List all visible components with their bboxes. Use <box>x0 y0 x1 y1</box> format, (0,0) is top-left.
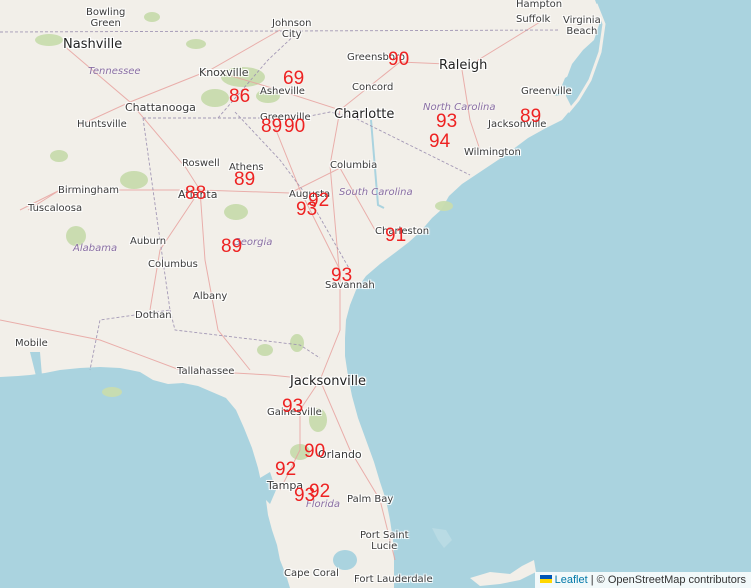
temp-greensboro[interactable]: 90 <box>388 50 409 69</box>
city-label-wilmington: Wilmington <box>464 147 521 158</box>
osm-copyright: © OpenStreetMap contributors <box>596 574 746 586</box>
temp-jacksonville-nc[interactable]: 89 <box>520 107 541 126</box>
city-label-raleigh: Raleigh <box>439 58 488 73</box>
city-label-birmingham: Birmingham <box>58 185 119 196</box>
attribution-bar: Leaflet | © OpenStreetMap contributors <box>534 572 751 588</box>
city-label-albany: Albany <box>193 291 228 302</box>
state-label-north-carolina: North Carolina <box>423 102 496 113</box>
temp-tampa-north[interactable]: 92 <box>275 460 296 479</box>
city-label-cape-coral: Cape Coral <box>284 568 339 579</box>
temp-wilmington-area[interactable]: 94 <box>429 132 450 151</box>
temp-tampa-b[interactable]: 92 <box>309 482 330 501</box>
city-label-bowling-green: Bowling Green <box>86 7 126 29</box>
city-label-roswell: Roswell <box>182 158 220 169</box>
city-label-auburn: Auburn <box>130 236 167 247</box>
city-label-virginia-beach: Virginia Beach <box>563 15 601 37</box>
temp-charleston[interactable]: 91 <box>385 226 406 245</box>
temp-gainesville[interactable]: 93 <box>282 397 303 416</box>
city-label-johnson-city: Johnson City <box>272 18 312 40</box>
city-label-chattanooga: Chattanooga <box>125 101 196 114</box>
temp-savannah[interactable]: 93 <box>331 266 352 285</box>
leaflet-link[interactable]: Leaflet <box>555 574 588 586</box>
temp-greenville-sc-a[interactable]: 89 <box>261 117 282 136</box>
temp-asheville-north[interactable]: 69 <box>283 69 304 88</box>
ukraine-flag-icon <box>539 575 552 584</box>
temp-augusta-b[interactable]: 92 <box>308 191 329 210</box>
city-label-suffolk: Suffolk <box>516 14 551 25</box>
city-label-tuscaloosa: Tuscaloosa <box>28 203 83 214</box>
map-container[interactable]: Bowling Green Nashville Johnson City Hampton S… <box>0 0 751 588</box>
city-label-charlotte: Charlotte <box>334 107 395 122</box>
temp-atlanta[interactable]: 88 <box>185 184 206 203</box>
city-label-greenville-nc: Greenville <box>521 86 572 97</box>
city-label-columbia: Columbia <box>330 160 378 171</box>
temp-athens[interactable]: 89 <box>234 170 255 189</box>
city-label-palm-bay: Palm Bay <box>347 494 394 505</box>
city-label-huntsville: Huntsville <box>77 119 127 130</box>
city-label-fort-lauderdale: Fort Lauderdale <box>354 574 433 585</box>
state-label-alabama: Alabama <box>73 243 118 254</box>
city-label-port-saint-lucie: Port Saint Lucie <box>360 530 409 552</box>
temp-knoxville-south[interactable]: 86 <box>229 87 250 106</box>
attribution-separator: | <box>590 574 594 586</box>
state-label-south-carolina: South Carolina <box>339 187 413 198</box>
state-label-tennessee: Tennessee <box>88 66 141 77</box>
city-label-concord: Concord <box>352 82 394 93</box>
temp-greenville-sc-b[interactable]: 90 <box>284 117 305 136</box>
city-label-mobile: Mobile <box>15 338 48 349</box>
city-label-tallahassee: Tallahassee <box>177 366 235 377</box>
city-label-dothan: Dothan <box>135 310 172 321</box>
temp-fayetteville[interactable]: 93 <box>436 112 457 131</box>
city-label-jacksonville-fl: Jacksonville <box>290 374 366 389</box>
city-label-nashville: Nashville <box>63 37 123 52</box>
temp-orlando[interactable]: 90 <box>304 442 325 461</box>
temp-macon[interactable]: 89 <box>221 237 242 256</box>
city-label-columbus: Columbus <box>148 259 198 270</box>
city-label-hampton: Hampton <box>516 0 563 10</box>
city-label-knoxville: Knoxville <box>199 66 249 79</box>
